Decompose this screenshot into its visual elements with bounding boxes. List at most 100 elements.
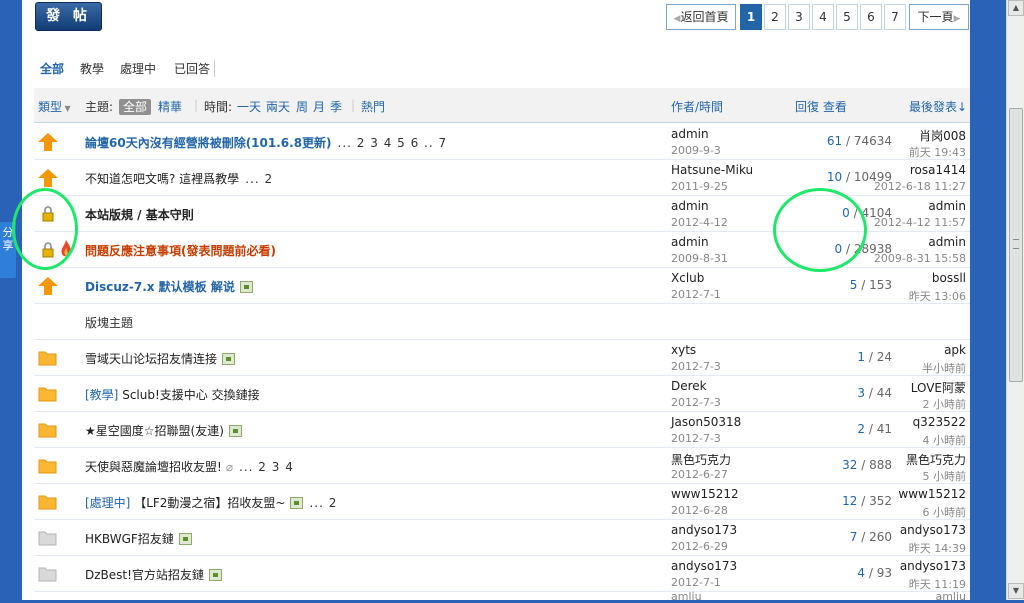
tab-tutorial[interactable]: 教學 <box>80 60 104 77</box>
next-page-button[interactable]: 下一頁▶ <box>909 4 969 30</box>
last-post-time[interactable]: 5 小時前 <box>923 468 967 484</box>
scroll-up-button[interactable]: ▲ <box>1008 0 1024 16</box>
table-row[interactable]: ★星空國度☆招聯盟(友連) Jason50318 2012-7-3 2 / 41 q32… <box>34 412 970 448</box>
author-name[interactable]: andyso173 <box>671 523 737 537</box>
author-name[interactable]: admin <box>671 199 709 213</box>
last-post-time[interactable]: 2 小時前 <box>923 396 967 412</box>
author-name[interactable]: xyts <box>671 343 696 357</box>
reply-count[interactable]: 7 <box>850 530 858 544</box>
thread-title[interactable]: 天使與惡魔論壇招收友盟! <box>85 460 222 474</box>
author-name[interactable]: Derek <box>671 379 707 393</box>
table-row[interactable]: [處理中] 【LF2動漫之宿】招收友盟~ ... 2 www15212 2012-6-… <box>34 484 970 520</box>
page-5-button[interactable]: 5 <box>836 4 858 30</box>
last-poster[interactable]: q323522 <box>913 415 966 429</box>
reply-count[interactable]: 61 <box>827 134 842 148</box>
filter-hot[interactable]: 熱門 <box>361 98 385 115</box>
thread-page-links[interactable]: ... 2 <box>309 496 337 510</box>
scroll-down-button[interactable]: ▼ <box>1008 583 1024 599</box>
thread-title[interactable]: ★星空國度☆招聯盟(友連) <box>85 424 224 438</box>
author-name[interactable]: amliu <box>671 590 702 603</box>
page-2-button[interactable]: 2 <box>764 4 786 30</box>
author-time-sort[interactable]: 作者/時間 <box>671 98 723 115</box>
last-post-time[interactable]: 前天 19:43 <box>909 144 966 160</box>
thread-title[interactable]: 【LF2動漫之宿】招收友盟~ <box>134 496 285 510</box>
table-row[interactable]: amliu amliu <box>34 590 970 603</box>
thread-title[interactable]: 論壇60天內沒有經營將被刪除(101.6.8更新) <box>85 136 332 150</box>
thread-subject[interactable]: 天使與惡魔論壇招收友盟! ⌀ ... 2 3 4 <box>85 458 294 475</box>
page-3-button[interactable]: 3 <box>788 4 810 30</box>
time-month[interactable]: 月 <box>313 98 325 115</box>
reply-count[interactable]: 32 <box>842 458 857 472</box>
scroll-thumb[interactable] <box>1009 108 1023 382</box>
reply-count[interactable]: 4 <box>857 566 865 580</box>
thread-subject[interactable]: Discuz-7.x 默认模板 解说 <box>85 278 253 295</box>
author-name[interactable]: Hatsune-Miku <box>671 163 753 177</box>
author-name[interactable]: admin <box>671 235 709 249</box>
time-2day[interactable]: 兩天 <box>266 98 290 115</box>
table-row[interactable]: DzBest!官方站招友鏈 andyso173 2012-7-1 4 / 93 andy… <box>34 556 970 592</box>
last-post-time[interactable]: 2012-6-18 11:27 <box>874 180 966 193</box>
thread-title[interactable]: DzBest!官方站招友鏈 <box>85 568 204 582</box>
last-poster[interactable]: 肖岗008 <box>919 127 966 144</box>
author-name[interactable]: Xclub <box>671 271 704 285</box>
last-post-time[interactable]: 6 小時前 <box>923 504 967 520</box>
table-row[interactable]: Discuz-7.x 默认模板 解说 Xclub 2012-7-1 5 / 153 bo… <box>34 268 970 304</box>
thread-page-links[interactable]: ... 2 3 4 <box>239 460 294 474</box>
thread-subject[interactable]: 論壇60天內沒有經營將被刪除(101.6.8更新) ... 2 3 4 5 6 .… <box>85 134 447 151</box>
thread-category[interactable]: [教學] <box>85 388 118 402</box>
last-poster[interactable]: apk <box>944 343 966 357</box>
last-post-time[interactable]: 4 小時前 <box>923 432 967 448</box>
thread-subject[interactable]: ★星空國度☆招聯盟(友連) <box>85 422 242 439</box>
type-filter[interactable]: 類型 ▼ <box>38 98 71 115</box>
page-1-button[interactable]: 1 <box>740 4 762 30</box>
filter-digest[interactable]: 精華 <box>158 98 182 115</box>
last-post-sort[interactable]: 最後發表↓ <box>909 98 967 115</box>
thread-title[interactable]: 本站版規 / 基本守則 <box>85 208 194 222</box>
time-1day[interactable]: 一天 <box>237 98 261 115</box>
author-name[interactable]: Jason50318 <box>671 415 741 429</box>
table-row[interactable]: 雪域天山论坛招友情连接 xyts 2012-7-3 1 / 24 apk 半小時前 <box>34 340 970 376</box>
thread-category[interactable]: [處理中] <box>85 496 130 510</box>
table-row[interactable]: HKBWGF招友鏈 andyso173 2012-6-29 7 / 260 andyso… <box>34 520 970 556</box>
last-poster[interactable]: 黑色巧克力 <box>906 451 966 468</box>
reply-count[interactable]: 2 <box>857 422 865 436</box>
time-week[interactable]: 周 <box>296 98 308 115</box>
table-row[interactable]: 論壇60天內沒有經營將被刪除(101.6.8更新) ... 2 3 4 5 6 .… <box>34 124 970 160</box>
last-poster[interactable]: rosa1414 <box>910 163 966 177</box>
tab-processing[interactable]: 處理中 <box>120 60 156 77</box>
last-post-time[interactable]: 半小時前 <box>922 360 966 376</box>
thread-title[interactable]: 不知道怎吧文嗎? 這裡爲教學 <box>85 172 239 186</box>
page-7-button[interactable]: 7 <box>884 4 906 30</box>
thread-subject[interactable]: 本站版規 / 基本守則 <box>85 206 194 223</box>
thread-page-links[interactable]: ... 2 <box>245 172 273 186</box>
thread-subject[interactable]: [處理中] 【LF2動漫之宿】招收友盟~ ... 2 <box>85 494 337 511</box>
table-row[interactable]: 本站版規 / 基本守則 admin 2012-4-12 0 / 4104 admin 20… <box>34 196 970 232</box>
reply-count[interactable]: 0 <box>835 242 843 256</box>
thread-title[interactable]: Discuz-7.x 默认模板 解说 <box>85 280 235 294</box>
last-poster[interactable]: bossll <box>932 271 966 285</box>
reply-count[interactable]: 5 <box>850 278 858 292</box>
last-poster[interactable]: admin <box>928 199 966 213</box>
thread-subject[interactable]: DzBest!官方站招友鏈 <box>85 566 222 583</box>
page-4-button[interactable]: 4 <box>812 4 834 30</box>
replies-views-sort[interactable]: 回復 查看 <box>795 98 847 115</box>
table-row[interactable]: 問題反應注意事項(發表問題前必看) admin 2009-8-31 0 / 28938… <box>34 232 970 268</box>
new-post-button[interactable]: 發 帖 <box>35 2 102 31</box>
last-poster[interactable]: www15212 <box>898 487 966 501</box>
thread-title[interactable]: Sclub!支援中心 交換鏈接 <box>122 388 259 402</box>
thread-subject[interactable]: 雪域天山论坛招友情连接 <box>85 350 236 367</box>
author-name[interactable]: www15212 <box>671 487 739 501</box>
reply-count[interactable]: 10 <box>827 170 842 184</box>
share-tab[interactable]: 分享 <box>0 222 16 278</box>
reply-count[interactable]: 3 <box>857 386 865 400</box>
table-row[interactable]: [教學] Sclub!支援中心 交換鏈接 Derek 2012-7-3 3 / 44 L… <box>34 376 970 412</box>
last-poster[interactable]: LOVE阿蒙 <box>911 379 966 396</box>
last-post-time[interactable]: 2009-8-31 15:58 <box>874 252 966 265</box>
thread-title[interactable]: 雪域天山论坛招友情连接 <box>85 352 217 366</box>
tab-answered[interactable]: 已回答 <box>174 60 216 77</box>
reply-count[interactable]: 0 <box>842 206 850 220</box>
reply-count[interactable]: 12 <box>842 494 857 508</box>
tab-all[interactable]: 全部 <box>40 60 64 77</box>
last-post-time[interactable]: 2012-4-12 11:57 <box>874 216 966 229</box>
thread-subject[interactable]: HKBWGF招友鏈 <box>85 530 192 547</box>
